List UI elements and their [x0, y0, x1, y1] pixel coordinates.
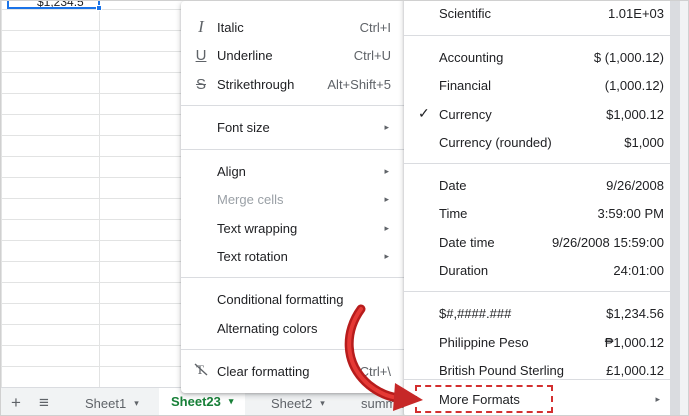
- format-label: Philippine Peso: [439, 335, 529, 350]
- divider: [181, 277, 407, 278]
- menu-item-shortcut: Alt+Shift+5: [327, 76, 391, 92]
- number-format-submenu: Scientific 1.01E+03 Accounting $ (1,000.…: [404, 1, 684, 415]
- format-duration[interactable]: Duration 24:01:00: [404, 256, 684, 284]
- chevron-down-icon[interactable]: ▾: [229, 396, 234, 407]
- format-example: $1,000.12: [606, 107, 664, 122]
- menu-item-label: Conditional formatting: [217, 291, 344, 307]
- add-sheet-icon[interactable]: +: [5, 392, 27, 414]
- italic-icon: I: [198, 17, 204, 36]
- underline-icon: U: [195, 46, 207, 64]
- submenu-arrow-icon: ▸: [384, 165, 389, 176]
- check-icon: ✓: [418, 105, 430, 121]
- tab-label: Sheet1: [85, 395, 127, 411]
- format-label: Time: [439, 206, 468, 221]
- divider: [404, 379, 684, 380]
- clear-formatting-icon: T: [193, 362, 209, 380]
- tab-label: Sheet23: [171, 394, 221, 409]
- format-accounting[interactable]: Accounting $ (1,000.12): [404, 43, 684, 71]
- format-example: 24:01:00: [613, 263, 664, 278]
- tab-label: Sheet2: [271, 395, 313, 411]
- highlight-box: [415, 385, 553, 413]
- format-currency[interactable]: ✓ Currency $1,000.12: [404, 100, 684, 128]
- format-example: $1,000: [624, 135, 664, 150]
- chevron-down-icon[interactable]: ▾: [134, 398, 139, 409]
- format-philippine-peso[interactable]: Philippine Peso ₱1,000.12: [404, 328, 684, 356]
- format-label: $#,####.###: [439, 306, 512, 321]
- menu-item-label: Underline: [217, 47, 273, 63]
- format-label: Date time: [439, 235, 495, 250]
- format-example: $ (1,000.12): [593, 50, 664, 65]
- menu-item-italic[interactable]: I Italic Ctrl+I: [181, 13, 407, 41]
- menu-item-label: Merge cells: [217, 191, 284, 207]
- menu-item-shortcut: Ctrl+I: [359, 19, 391, 35]
- divider: [404, 163, 684, 164]
- format-example: £1,000.12: [606, 363, 664, 378]
- menu-item-label: Italic: [217, 19, 244, 35]
- format-currency-rounded[interactable]: Currency (rounded) $1,000: [404, 128, 684, 156]
- submenu-arrow-icon: ▸: [384, 193, 389, 204]
- format-example: (1,000.12): [604, 78, 664, 93]
- menu-item-label: Strikethrough: [217, 76, 295, 92]
- format-example: ₱1,000.12: [604, 335, 664, 350]
- format-time[interactable]: Time 3:59:00 PM: [404, 199, 684, 227]
- format-example: 1.01E+03: [607, 6, 664, 21]
- format-date[interactable]: Date 9/26/2008: [404, 171, 684, 199]
- divider: [181, 149, 407, 150]
- menu-item-label: Clear formatting: [217, 363, 310, 379]
- format-label: Financial: [439, 78, 492, 93]
- selected-cell[interactable]: [7, 1, 100, 9]
- format-label: Currency: [439, 107, 492, 122]
- menu-item-text-rotation[interactable]: Text rotation ▸: [181, 242, 407, 270]
- menu-item-underline[interactable]: U Underline Ctrl+U: [181, 41, 407, 69]
- submenu-arrow-icon: ▸: [384, 222, 389, 233]
- menu-item-label: Font size: [217, 119, 270, 135]
- spreadsheet-window: $1,234.5 + ≡ Sheet1 ▾ Sheet23 ▾ Sheet2 ▾…: [0, 0, 689, 416]
- format-example: 9/26/2008: [606, 178, 664, 193]
- tab-sheet1[interactable]: Sheet1 ▾: [73, 388, 151, 415]
- menu-item-font-size[interactable]: Font size ▸: [181, 113, 407, 141]
- menu-item-align[interactable]: Align ▸: [181, 157, 407, 185]
- menu-item-label: Alternating colors: [217, 320, 318, 336]
- format-example: 3:59:00 PM: [597, 206, 665, 221]
- all-sheets-icon[interactable]: ≡: [33, 392, 55, 414]
- format-example: 9/26/2008 15:59:00: [551, 235, 664, 250]
- format-label: Accounting: [439, 50, 504, 65]
- menu-item-label: Text rotation: [217, 248, 288, 264]
- format-custom-currency[interactable]: $#,####.### $1,234.56: [404, 299, 684, 327]
- format-label: Currency (rounded): [439, 135, 552, 150]
- format-label: Scientific: [439, 6, 492, 21]
- divider: [181, 105, 407, 106]
- menu-item-label: Text wrapping: [217, 220, 298, 236]
- submenu-arrow-icon: ▸: [655, 394, 660, 404]
- menu-item-merge-cells: Merge cells ▸: [181, 185, 407, 213]
- format-label: Duration: [439, 263, 489, 278]
- chevron-down-icon[interactable]: ▾: [320, 398, 325, 409]
- format-example: $1,234.56: [606, 306, 664, 321]
- format-label: Date: [439, 178, 467, 193]
- divider: [404, 291, 684, 292]
- window-edge: [680, 1, 688, 415]
- annotation-arrow-icon: [344, 304, 423, 411]
- menu-item-label: Align: [217, 163, 246, 179]
- format-scientific[interactable]: Scientific 1.01E+03: [404, 1, 684, 27]
- divider: [404, 35, 684, 36]
- menu-item-strikethrough[interactable]: S Strikethrough Alt+Shift+5: [181, 70, 407, 98]
- scrollbar-track[interactable]: [670, 1, 680, 415]
- submenu-arrow-icon: ▸: [384, 121, 389, 132]
- fill-handle[interactable]: [96, 5, 102, 11]
- menu-item-shortcut: Ctrl+U: [353, 47, 391, 63]
- format-financial[interactable]: Financial (1,000.12): [404, 71, 684, 99]
- menu-item-text-wrapping[interactable]: Text wrapping ▸: [181, 214, 407, 242]
- format-date-time[interactable]: Date time 9/26/2008 15:59:00: [404, 228, 684, 256]
- format-label: British Pound Sterling: [439, 363, 565, 378]
- submenu-arrow-icon: ▸: [384, 250, 389, 261]
- strikethrough-icon: S: [195, 75, 206, 93]
